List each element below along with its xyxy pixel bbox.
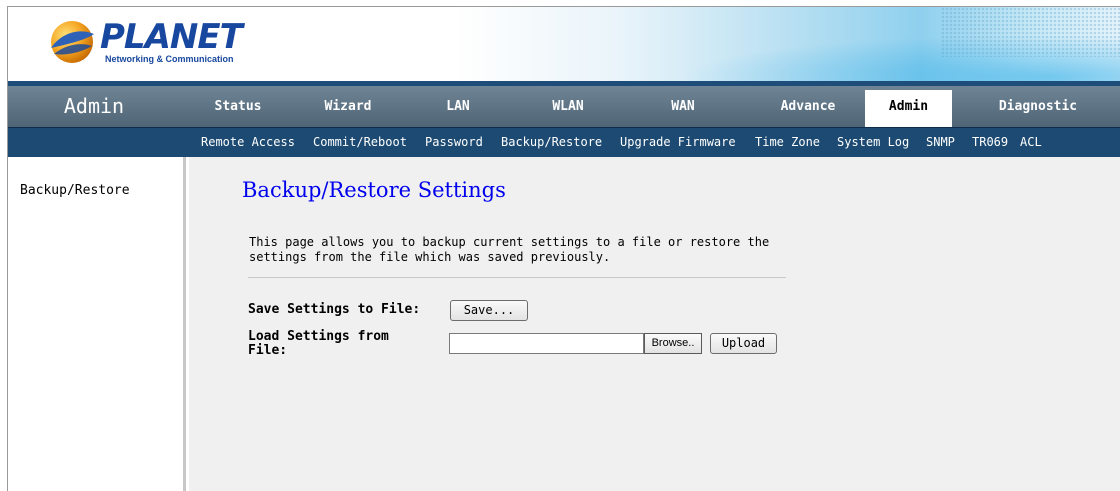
sub-nav: Remote Access Commit/Reboot Password Bac… bbox=[8, 127, 1120, 157]
upload-button[interactable]: Upload bbox=[710, 333, 777, 354]
brand-tagline: Networking & Communication bbox=[105, 54, 234, 64]
banner-dot-pattern bbox=[941, 7, 1120, 57]
tab-advance[interactable]: Advance bbox=[768, 86, 848, 127]
main-nav: Admin Status Wizard LAN WLAN WAN Advance… bbox=[8, 86, 1120, 127]
page-description: This page allows you to backup current s… bbox=[249, 235, 770, 264]
divider bbox=[248, 277, 786, 278]
save-button[interactable]: Save... bbox=[450, 300, 528, 321]
tab-wizard[interactable]: Wizard bbox=[303, 86, 393, 127]
subnav-time-zone[interactable]: Time Zone bbox=[755, 128, 820, 158]
tab-diagnostic[interactable]: Diagnostic bbox=[983, 86, 1093, 127]
subnav-tr069[interactable]: TR069 bbox=[972, 128, 1008, 158]
router-admin-window: PLANET Networking & Communication Admin … bbox=[7, 6, 1120, 491]
main-content: Backup/Restore Settings This page allows… bbox=[189, 157, 1120, 491]
tab-wlan[interactable]: WLAN bbox=[533, 86, 603, 127]
planet-logo[interactable]: PLANET Networking & Communication bbox=[48, 16, 248, 68]
sidebar: Backup/Restore bbox=[8, 157, 186, 491]
subnav-remote-access[interactable]: Remote Access bbox=[201, 128, 295, 158]
planet-globe-icon bbox=[51, 21, 94, 63]
subnav-system-log[interactable]: System Log bbox=[837, 128, 909, 158]
header-banner: PLANET Networking & Communication bbox=[8, 7, 1120, 81]
file-path-input[interactable] bbox=[449, 333, 644, 354]
save-settings-label: Save Settings to File: bbox=[248, 302, 421, 317]
tab-status[interactable]: Status bbox=[198, 86, 278, 127]
tab-wan[interactable]: WAN bbox=[653, 86, 713, 127]
subnav-acl[interactable]: ACL bbox=[1020, 128, 1042, 158]
subnav-upgrade-firmware[interactable]: Upgrade Firmware bbox=[620, 128, 736, 158]
tab-lan[interactable]: LAN bbox=[428, 86, 488, 127]
tab-admin[interactable]: Admin bbox=[865, 90, 952, 127]
subnav-commit-reboot[interactable]: Commit/Reboot bbox=[313, 128, 407, 158]
subnav-password[interactable]: Password bbox=[425, 128, 483, 158]
subnav-backup-restore[interactable]: Backup/Restore bbox=[501, 128, 602, 158]
sidebar-item-backup-restore[interactable]: Backup/Restore bbox=[20, 183, 130, 198]
subnav-snmp[interactable]: SNMP bbox=[926, 128, 955, 158]
browse-button[interactable]: Browse.. bbox=[644, 333, 702, 354]
brand-name: PLANET bbox=[100, 17, 243, 57]
load-settings-label: Load Settings from File: bbox=[248, 329, 389, 358]
section-title: Admin bbox=[63, 94, 125, 118]
page-title: Backup/Restore Settings bbox=[242, 178, 506, 202]
